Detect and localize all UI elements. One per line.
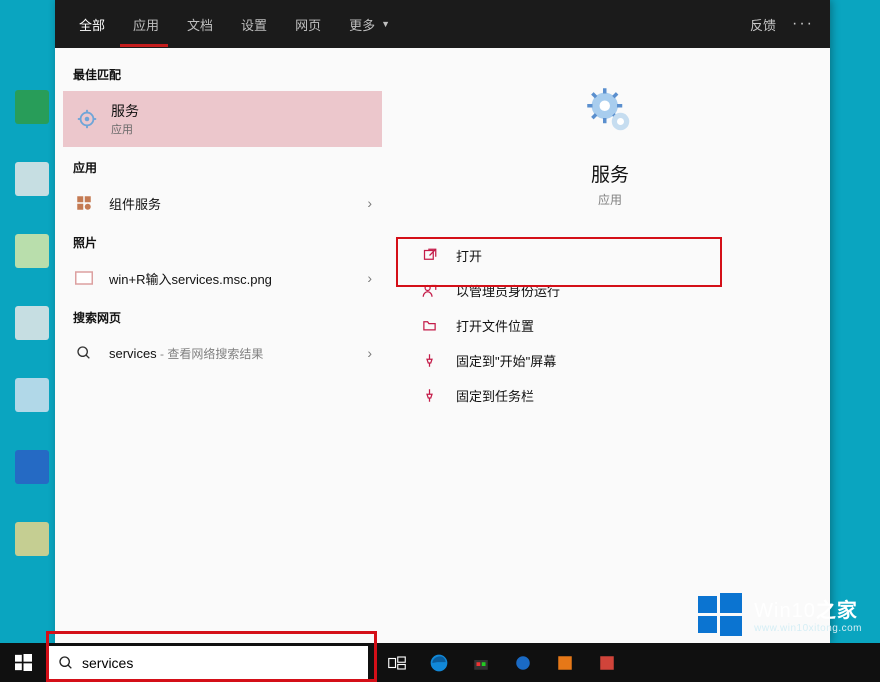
chevron-right-icon: › — [367, 195, 372, 211]
pin-icon — [420, 352, 438, 370]
action-pin-start-label: 固定到"开始"屏幕 — [456, 351, 556, 370]
desktop-icon[interactable] — [10, 378, 54, 438]
tab-web[interactable]: 网页 — [281, 0, 335, 48]
action-location-label: 打开文件位置 — [456, 316, 534, 335]
gear-icon — [575, 76, 645, 146]
watermark-url: www.win10xitong.com — [754, 623, 862, 634]
action-pin-taskbar-label: 固定到任务栏 — [456, 386, 534, 405]
search-icon — [73, 342, 95, 364]
folder-icon — [420, 317, 438, 335]
search-tabs: 全部 应用 文档 设置 网页 更多 ▼ 反馈 ··· — [55, 0, 830, 48]
desktop-icon[interactable] — [10, 450, 54, 510]
action-run-as-admin[interactable]: 以管理员身份运行 — [398, 273, 822, 308]
detail-title: 服务 — [591, 160, 629, 187]
admin-icon — [420, 282, 438, 300]
search-input[interactable] — [82, 655, 358, 671]
tab-settings[interactable]: 设置 — [227, 0, 281, 48]
tab-docs[interactable]: 文档 — [173, 0, 227, 48]
best-match-item[interactable]: 服务 应用 — [63, 91, 382, 147]
tab-apps[interactable]: 应用 — [119, 0, 173, 48]
edge-icon[interactable] — [418, 643, 460, 682]
task-view-icon[interactable] — [376, 643, 418, 682]
app-icon[interactable] — [502, 643, 544, 682]
desktop-icon[interactable] — [10, 306, 54, 366]
start-button[interactable] — [0, 643, 46, 682]
detail-subtitle: 应用 — [598, 191, 622, 208]
app-result-row[interactable]: 组件服务 › — [55, 182, 390, 224]
open-icon — [420, 247, 438, 265]
desktop-icon[interactable] — [10, 522, 54, 582]
action-open-label: 打开 — [456, 246, 482, 265]
chevron-right-icon: › — [367, 270, 372, 286]
chevron-down-icon: ▼ — [381, 19, 390, 29]
section-apps: 应用 — [55, 149, 390, 182]
pin-icon — [420, 387, 438, 405]
image-thumb-icon — [73, 267, 95, 289]
taskbar-icons — [376, 643, 628, 682]
desktop-icons — [10, 90, 54, 594]
web-result-row[interactable]: services - 查看网络搜索结果 › — [55, 332, 390, 374]
photo-result-label: win+R输入services.msc.png — [109, 269, 367, 288]
best-match-title: 服务 — [111, 101, 139, 121]
store-icon[interactable] — [460, 643, 502, 682]
best-match-subtitle: 应用 — [111, 121, 139, 137]
search-icon — [58, 655, 74, 671]
gear-icon — [75, 107, 99, 131]
feedback-link[interactable]: 反馈 — [740, 15, 786, 34]
watermark: Win10之家 www.win10xitong.com — [696, 590, 862, 638]
taskbar — [0, 643, 880, 682]
windows-logo-icon — [15, 654, 32, 671]
search-panel: 全部 应用 文档 设置 网页 更多 ▼ 反馈 ··· 最佳匹配 — [55, 0, 830, 643]
action-pin-start[interactable]: 固定到"开始"屏幕 — [398, 343, 822, 378]
section-best-match: 最佳匹配 — [55, 56, 390, 89]
component-services-icon — [73, 192, 95, 214]
tab-underline — [120, 44, 168, 47]
taskbar-search-box[interactable] — [48, 646, 368, 679]
chevron-right-icon: › — [367, 345, 372, 361]
app-result-label: 组件服务 — [109, 194, 367, 213]
section-web: 搜索网页 — [55, 299, 390, 332]
app-icon[interactable] — [544, 643, 586, 682]
app-icon[interactable] — [586, 643, 628, 682]
more-options-icon[interactable]: ··· — [786, 15, 820, 33]
action-open-location[interactable]: 打开文件位置 — [398, 308, 822, 343]
tab-all[interactable]: 全部 — [65, 0, 119, 48]
detail-actions: 打开 以管理员身份运行 打开文件位置 — [390, 238, 830, 413]
desktop-icon[interactable] — [10, 162, 54, 222]
detail-column: 服务 应用 打开 以管理员身份运行 — [390, 48, 830, 643]
desktop-icon[interactable] — [10, 234, 54, 294]
action-admin-label: 以管理员身份运行 — [456, 281, 560, 300]
section-photos: 照片 — [55, 224, 390, 257]
desktop-icon[interactable] — [10, 90, 54, 150]
results-column: 最佳匹配 服务 应用 应用 — [55, 48, 390, 643]
web-result-label: services - 查看网络搜索结果 — [109, 345, 367, 362]
action-pin-taskbar[interactable]: 固定到任务栏 — [398, 378, 822, 413]
action-open[interactable]: 打开 — [398, 238, 822, 273]
photo-result-row[interactable]: win+R输入services.msc.png › — [55, 257, 390, 299]
watermark-title: Win10之家 — [754, 594, 862, 623]
windows-logo-icon — [696, 590, 744, 638]
